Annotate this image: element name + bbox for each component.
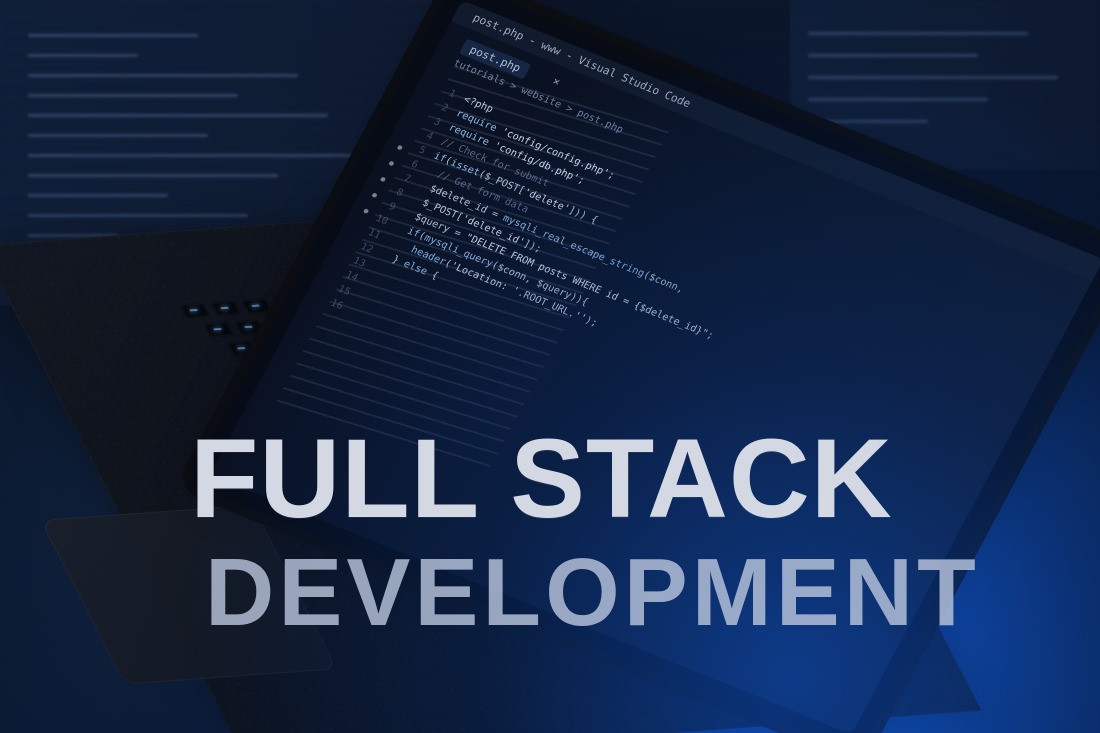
headline: FULL STACK DEVELOPMENT [190,423,1080,683]
code-token: { [423,267,441,282]
hero-image: post.php - www - Visual Studio Code post… [0,0,1100,733]
headline-secondary: DEVELOPMENT [205,539,980,646]
headline-primary: FULL STACK [190,416,893,541]
